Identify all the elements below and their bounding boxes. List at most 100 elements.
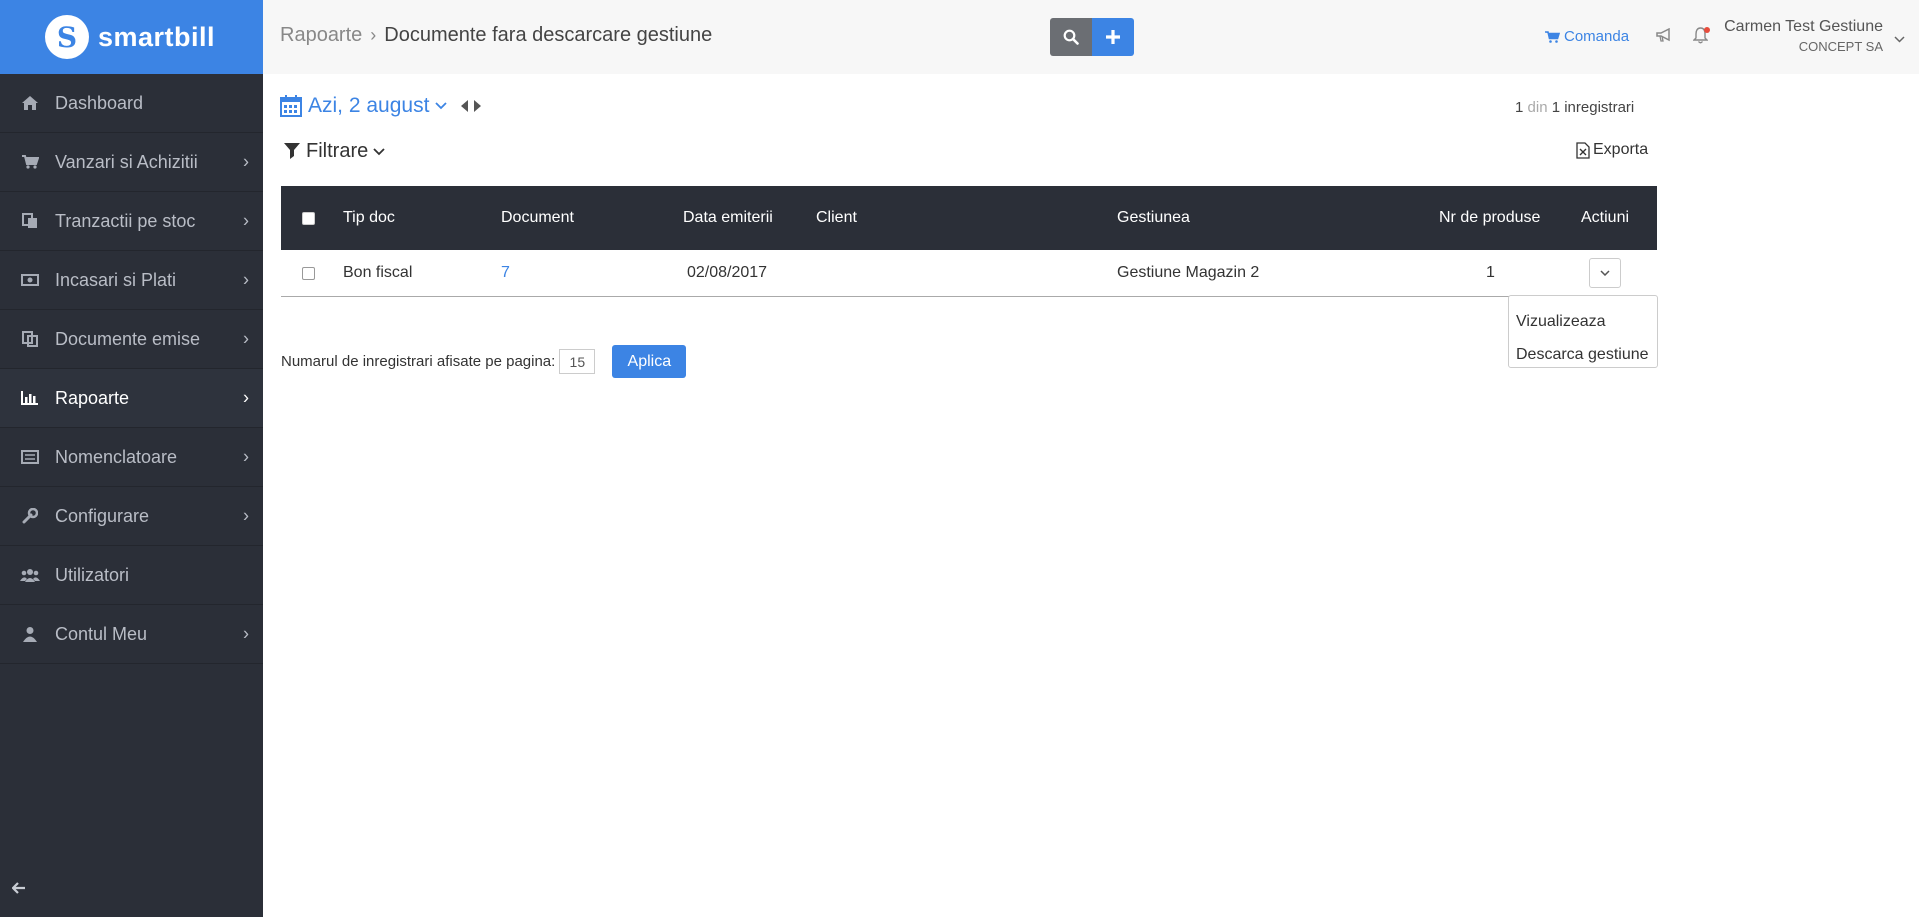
chevron-right-icon: › <box>243 446 249 467</box>
search-icon <box>1063 29 1079 45</box>
sidebar-item-tranzactii[interactable]: Tranzactii pe stoc › <box>0 192 263 251</box>
next-day-icon[interactable] <box>473 100 482 112</box>
cell-actions <box>1589 250 1621 296</box>
user-name: Carmen Test Gestiune <box>1724 18 1883 35</box>
arrow-left-icon <box>11 882 25 894</box>
brand-header[interactable]: S smartbill <box>0 0 263 74</box>
table-row: Bon fiscal 7 02/08/2017 Gestiune Magazin… <box>281 250 1657 297</box>
column-header-gestiunea[interactable]: Gestiunea <box>1117 186 1190 250</box>
column-header-tip-doc[interactable]: Tip doc <box>343 186 395 250</box>
sidebar-item-vanzari[interactable]: Vanzari si Achizitii › <box>0 133 263 192</box>
cell-nr-produse: 1 <box>1486 264 1495 281</box>
sidebar-item-label: Contul Meu <box>55 623 148 644</box>
record-count: 1 din 1 inregistrari <box>1515 99 1634 116</box>
sidebar-item-contul-meu[interactable]: Contul Meu › <box>0 605 263 664</box>
column-header-nr-produse[interactable]: Nr de produse <box>1439 186 1540 250</box>
calendar-icon[interactable] <box>280 95 302 117</box>
breadcrumb-separator-icon: › <box>370 25 377 45</box>
user-menu[interactable]: Carmen Test Gestiune CONCEPT SA <box>1724 18 1883 54</box>
chevron-right-icon: › <box>243 269 249 290</box>
chevron-right-icon: › <box>243 505 249 526</box>
filter-toggle[interactable]: Filtrare <box>284 140 385 163</box>
column-header-data-emiterii[interactable]: Data emiterii <box>683 186 773 250</box>
users-icon <box>19 568 41 582</box>
notification-badge <box>1704 27 1710 33</box>
sidebar-item-label: Utilizatori <box>55 564 130 585</box>
chevron-right-icon: › <box>243 387 249 408</box>
chevron-down-icon[interactable] <box>435 102 448 110</box>
cell-data-emiterii: 02/08/2017 <box>687 264 768 281</box>
breadcrumb-parent-link[interactable]: Rapoarte <box>280 24 362 47</box>
cell-document-link[interactable]: 7 <box>501 250 510 296</box>
megaphone-icon <box>1656 27 1670 42</box>
sidebar-item-label: Rapoarte <box>55 387 130 408</box>
sidebar-item-dashboard[interactable]: Dashboard <box>0 74 263 133</box>
column-header-actiuni: Actiuni <box>1581 209 1630 226</box>
smartbill-logo-icon: S <box>45 15 89 59</box>
copy-icon <box>19 213 41 229</box>
per-page-input[interactable] <box>559 349 596 374</box>
row-checkbox[interactable] <box>302 266 315 280</box>
bar-chart-icon <box>19 391 41 405</box>
sidebar-item-label: Tranzactii pe stoc <box>55 210 196 231</box>
chevron-down-icon <box>373 147 385 155</box>
add-button[interactable] <box>1092 18 1134 56</box>
previous-day-icon[interactable] <box>461 100 469 112</box>
excel-file-icon <box>1576 141 1590 159</box>
sidebar-item-rapoarte[interactable]: Rapoarte › <box>0 369 263 428</box>
documents-icon <box>19 331 41 347</box>
pagination-controls: Numarul de inregistrari afisate pe pagin… <box>281 345 687 378</box>
documents-table: Tip doc Document Data emiterii Client Ge… <box>281 186 1657 297</box>
cart-icon <box>1545 30 1560 43</box>
export-button[interactable]: Exporta <box>1576 141 1648 159</box>
row-actions-button[interactable] <box>1589 258 1621 288</box>
user-menu-chevron-icon[interactable] <box>1894 30 1905 48</box>
chevron-right-icon: › <box>243 210 249 231</box>
per-page-label: Numarul de inregistrari afisate pe pagin… <box>281 353 556 370</box>
sidebar-item-label: Vanzari si Achizitii <box>55 151 198 172</box>
cell-tip-doc: Bon fiscal <box>343 264 413 281</box>
wrench-icon <box>19 508 41 524</box>
sidebar-item-utilizatori[interactable]: Utilizatori <box>0 546 263 605</box>
chevron-right-icon: › <box>243 623 249 644</box>
date-label[interactable]: Azi, 2 august <box>308 94 429 118</box>
sidebar-item-label: Configurare <box>55 505 150 526</box>
sidebar-item-documente[interactable]: Documente emise › <box>0 310 263 369</box>
sidebar-item-nomenclatoare[interactable]: Nomenclatoare › <box>0 428 263 487</box>
plus-icon <box>1106 30 1120 44</box>
topbar: Rapoarte › Documente fara descarcare ges… <box>263 0 1919 74</box>
export-label: Exporta <box>1593 141 1649 158</box>
sidebar-item-configurare[interactable]: Configurare › <box>0 487 263 546</box>
home-icon <box>19 96 41 110</box>
column-header-client[interactable]: Client <box>816 186 857 250</box>
announcements-button[interactable] <box>1656 27 1672 47</box>
cell-gestiunea: Gestiune Magazin 2 <box>1117 264 1260 281</box>
sidebar-item-label: Dashboard <box>55 92 144 113</box>
chevron-down-icon <box>1600 270 1610 276</box>
sidebar-nav: Dashboard Vanzari si Achizitii › Tranzac… <box>0 74 263 664</box>
filter-label: Filtrare <box>306 140 369 162</box>
comanda-link[interactable]: Comanda <box>1545 28 1629 45</box>
user-icon <box>19 626 41 642</box>
user-company: CONCEPT SA <box>1798 39 1883 54</box>
sidebar-item-label: Incasari si Plati <box>55 269 177 290</box>
sidebar-item-incasari[interactable]: Incasari si Plati › <box>0 251 263 310</box>
collapse-sidebar-button[interactable] <box>11 881 26 899</box>
date-selector: Azi, 2 august <box>280 94 482 118</box>
filter-icon <box>284 143 300 159</box>
search-button[interactable] <box>1050 18 1092 56</box>
column-header-document[interactable]: Document <box>501 186 574 250</box>
list-icon <box>19 450 41 464</box>
sidebar-item-label: Nomenclatoare <box>55 446 178 467</box>
breadcrumb: Rapoarte › Documente fara descarcare ges… <box>280 24 712 47</box>
menu-item-vizualizeaza[interactable]: Vizualizeaza <box>1509 305 1657 338</box>
select-all-checkbox[interactable] <box>302 211 315 225</box>
notifications-button[interactable] <box>1692 27 1710 49</box>
sidebar: S smartbill Dashboard Vanzari si Achizit… <box>0 0 263 917</box>
apply-button[interactable]: Aplica <box>612 345 687 378</box>
page-title: Documente fara descarcare gestiune <box>384 24 713 46</box>
menu-item-descarca-gestiune[interactable]: Descarca gestiune <box>1509 338 1657 371</box>
chevron-right-icon: › <box>243 151 249 172</box>
count-total: 1 inregistrari <box>1551 99 1635 116</box>
count-current: 1 <box>1515 99 1524 116</box>
